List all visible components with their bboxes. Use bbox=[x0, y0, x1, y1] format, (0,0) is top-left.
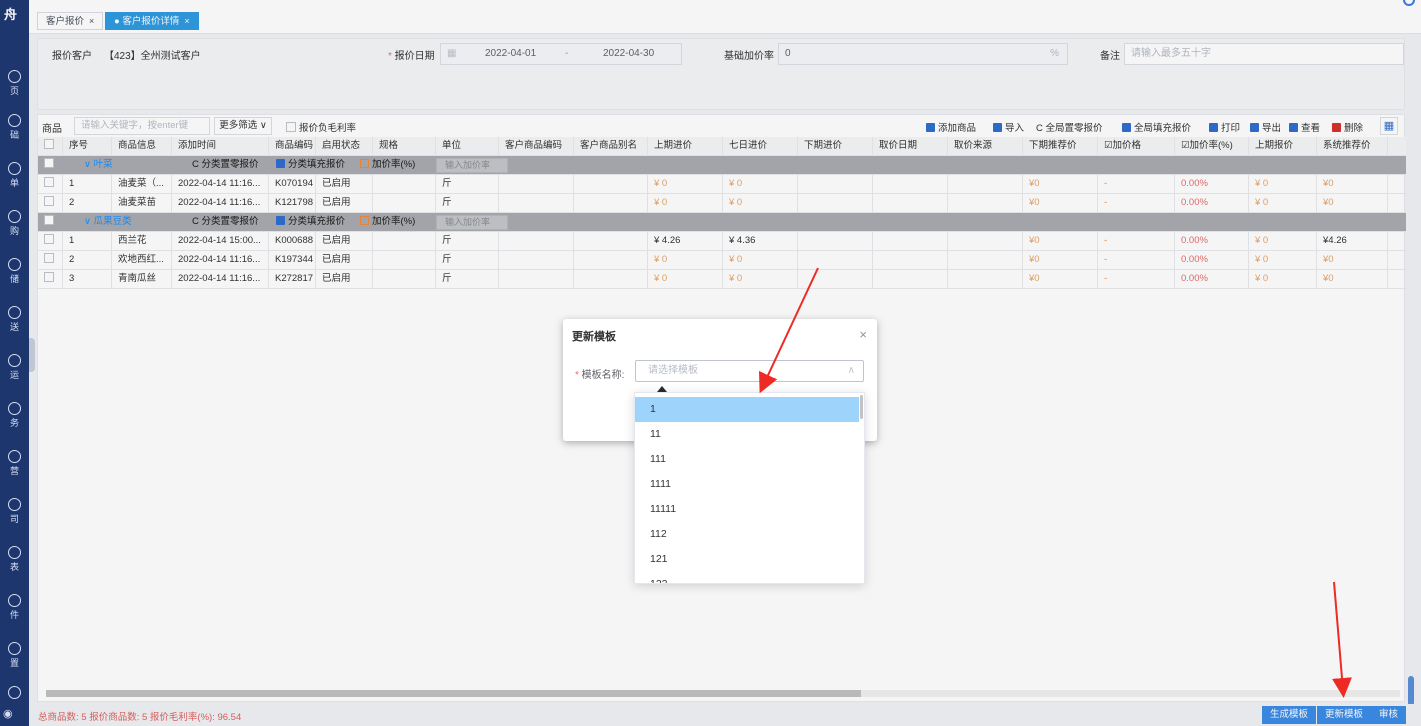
template-option[interactable]: 11 bbox=[635, 422, 859, 447]
chevron-up-icon: ∧ bbox=[847, 365, 855, 376]
template-option[interactable]: 122 bbox=[635, 572, 859, 583]
template-name-label: * 模板名称: bbox=[575, 370, 625, 381]
template-option[interactable]: 1111 bbox=[635, 472, 859, 497]
dialog-title: 更新模板 bbox=[572, 331, 616, 343]
template-option[interactable]: 1 bbox=[635, 397, 859, 422]
template-select[interactable]: 请选择模板 ∧ bbox=[635, 360, 864, 382]
dropdown-scrollbar[interactable] bbox=[860, 395, 863, 419]
close-icon[interactable]: × bbox=[859, 327, 867, 342]
template-option[interactable]: 121 bbox=[635, 547, 859, 572]
template-option[interactable]: 112 bbox=[635, 522, 859, 547]
template-option[interactable]: 11111 bbox=[635, 497, 859, 522]
template-option[interactable]: 111 bbox=[635, 447, 859, 472]
template-dropdown: 1 11 111 1111 11111 112 121 122 bbox=[634, 392, 865, 584]
select-placeholder: 请选择模板 bbox=[648, 365, 698, 376]
